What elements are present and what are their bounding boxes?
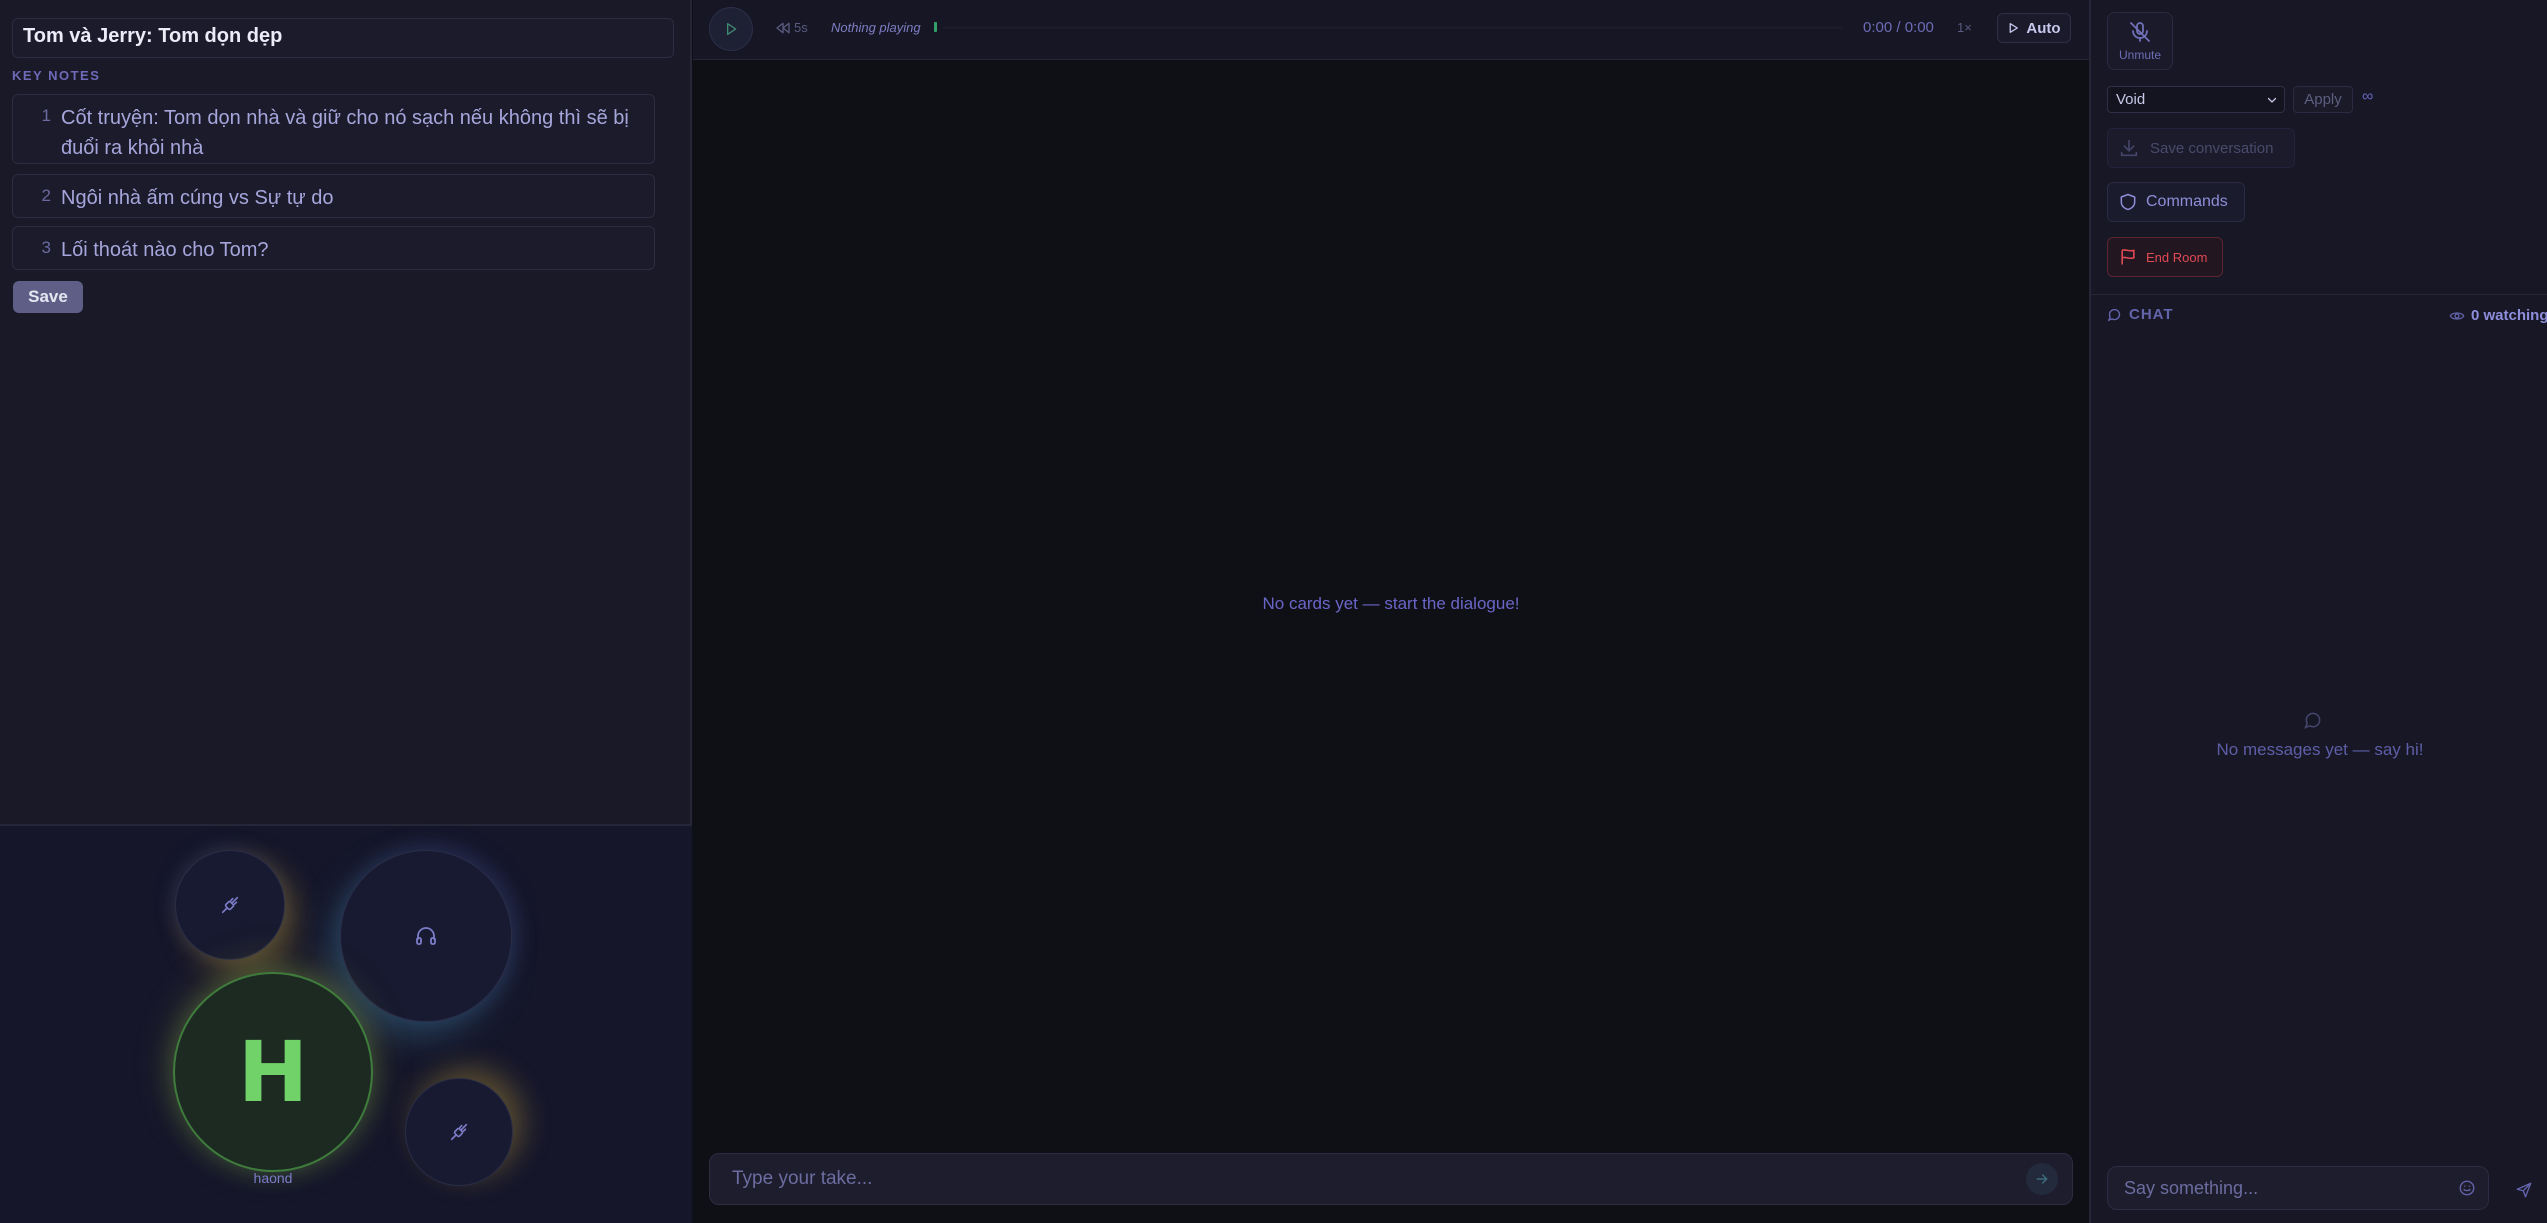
headphones-icon: [416, 927, 436, 945]
key-note-item[interactable]: 2 Ngôi nhà ấm cúng vs Sự tự do: [12, 174, 655, 218]
playback-indicator: [934, 22, 937, 32]
key-notes-label: KEY NOTES: [12, 68, 101, 83]
unmute-button[interactable]: Unmute: [2107, 12, 2173, 70]
empty-chat-message: No messages yet — say hi!: [2216, 740, 2424, 759]
chat-header: CHAT: [2107, 306, 2174, 323]
chat-bubble-icon: [2107, 308, 2121, 322]
auto-button[interactable]: Auto: [1997, 13, 2071, 43]
stage-seat[interactable]: [340, 850, 512, 1022]
save-notes-button[interactable]: Save: [13, 281, 83, 313]
progress-track[interactable]: [943, 26, 1843, 29]
shield-icon: [2120, 193, 2136, 211]
key-note-item[interactable]: 3 Lối thoát nào cho Tom?: [12, 226, 655, 270]
plug-icon: [221, 896, 239, 914]
chat-title: CHAT: [2129, 306, 2174, 323]
auto-label: Auto: [2026, 19, 2061, 37]
avatar-initial: H: [237, 1023, 309, 1121]
commands-button[interactable]: Commands: [2107, 182, 2245, 222]
emoji-icon[interactable]: [2458, 1179, 2476, 1197]
play-icon: [727, 23, 737, 35]
chat-bubble-icon: [2304, 712, 2321, 729]
playback-time: 0:00 / 0:00: [1863, 19, 1934, 36]
audio-player: 5s Nothing playing 0:00 / 0:00 1× Auto: [693, 0, 2089, 60]
mic-off-icon: [2130, 22, 2150, 42]
speed-button[interactable]: 1×: [1957, 20, 1972, 35]
take-input[interactable]: [709, 1153, 2073, 1205]
rewind-icon: [776, 22, 790, 33]
voice-select-value: Void: [2116, 91, 2146, 108]
plug-icon: [450, 1123, 468, 1141]
key-note-item[interactable]: 1 Cốt truyện: Tom dọn nhà và giữ cho nó …: [12, 94, 655, 164]
stage-seat[interactable]: [405, 1078, 513, 1186]
room-title[interactable]: Tom và Jerry: Tom dọn dẹp: [12, 18, 674, 58]
eye-icon: [2449, 311, 2465, 320]
dialogue-panel: 5s Nothing playing 0:00 / 0:00 1× Auto N…: [693, 0, 2089, 1223]
apply-button[interactable]: Apply: [2293, 86, 2353, 113]
arrow-right-icon: [2036, 1174, 2048, 1184]
empty-cards-message: No cards yet — start the dialogue!: [1262, 594, 1520, 613]
divider: [2091, 294, 2547, 295]
key-note-number: 1: [41, 106, 51, 125]
infinity-toggle[interactable]: ∞: [2362, 88, 2373, 106]
key-note-text: Cốt truyện: Tom dọn nhà và giữ cho nó sạ…: [61, 107, 629, 159]
flag-icon: [2121, 249, 2135, 265]
play-button[interactable]: [709, 7, 753, 51]
watching-count: 0 watching: [2449, 307, 2547, 324]
rewind-button[interactable]: 5s: [775, 20, 808, 35]
voice-stage: H haond: [0, 824, 692, 1223]
user-avatar[interactable]: H: [173, 972, 373, 1172]
key-note-number: 2: [41, 186, 51, 205]
voice-select[interactable]: Void: [2107, 86, 2285, 113]
chat-input[interactable]: [2107, 1166, 2489, 1210]
send-icon[interactable]: [2515, 1181, 2533, 1199]
key-note-text: Ngôi nhà ấm cúng vs Sự tự do: [61, 187, 334, 209]
stage-seat[interactable]: [175, 850, 285, 960]
download-icon: [2120, 139, 2138, 157]
unmute-label: Unmute: [2118, 48, 2162, 62]
notes-panel: Tom và Jerry: Tom dọn dẹp KEY NOTES 1 Cố…: [0, 0, 692, 1223]
end-room-label: End Room: [2146, 249, 2208, 265]
save-conversation-button[interactable]: Save conversation: [2107, 128, 2295, 168]
controls-chat-panel: Unmute Void Apply ∞ Save conversation Co…: [2089, 0, 2547, 1223]
watching-label: 0 watching: [2471, 307, 2547, 324]
key-note-number: 3: [41, 238, 51, 257]
save-conversation-label: Save conversation: [2150, 139, 2274, 157]
avatar-name: haond: [253, 1170, 293, 1186]
send-take-button[interactable]: [2026, 1163, 2058, 1195]
play-icon: [2010, 23, 2019, 33]
end-room-button[interactable]: End Room: [2107, 237, 2223, 277]
key-note-text: Lối thoát nào cho Tom?: [61, 239, 269, 261]
commands-label: Commands: [2146, 193, 2228, 210]
chevron-down-icon: [2267, 97, 2277, 103]
rewind-label: 5s: [794, 20, 808, 35]
now-playing-status: Nothing playing: [831, 20, 921, 35]
